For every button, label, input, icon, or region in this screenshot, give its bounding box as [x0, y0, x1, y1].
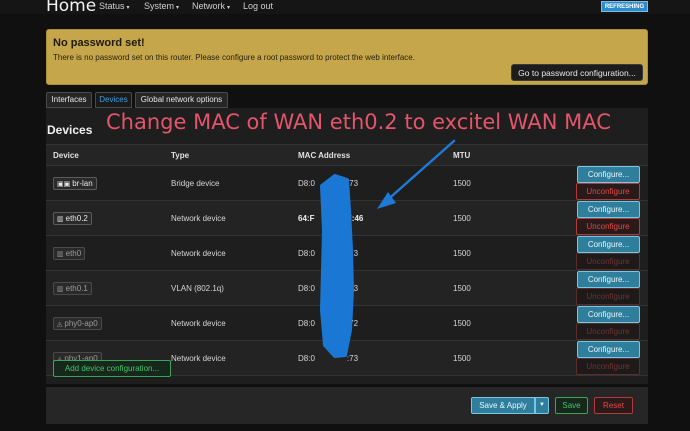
- annotation-overlay: [320, 139, 456, 358]
- arrow-line: [382, 139, 456, 205]
- redaction-scribble: [320, 174, 354, 358]
